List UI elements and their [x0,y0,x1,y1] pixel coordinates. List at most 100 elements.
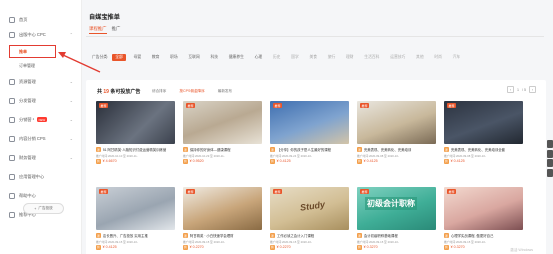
course-price-row: 佣 ¥ 0.9520 [183,159,262,164]
ad-placement-button[interactable]: + 广告投放 [23,203,64,214]
course-card[interactable]: 推荐 课完美表现、完美转化、完美培训 推广时间:2020-09-08 至 202… [357,101,436,173]
next-page-button[interactable]: › [529,86,536,93]
course-thumbnail: 推荐 [444,101,523,144]
section-prefix: 共 [97,89,103,95]
filter-chip[interactable]: 理财 [343,54,357,61]
sidebar-item-label: 内容分销 CPS [19,135,46,141]
course-meta: 推广时间:2020-10-29 至 2020-11- [183,153,225,158]
layers-icon [9,135,15,142]
new-badge: NEW [37,117,47,122]
course-title: 完美表现、完美转化、完美培训全套 [450,148,506,152]
course-meta: 推广时间:2020-10-10 至 2020-11- [96,153,138,158]
sidebar-item-resources[interactable]: 资源管理 ⌄ [0,75,81,88]
category-tag: 课 [96,233,101,238]
filter-chip[interactable]: 全部 [112,54,126,61]
course-card[interactable]: 推荐 课【分享】你的孩子是人生最好的课程 推广时间:2020-09-24 至 2… [270,101,349,173]
filter-chip[interactable]: 国学 [288,54,302,61]
sidebar-item-finance[interactable]: 财务管理 ⌄ [0,151,81,164]
recommend-tag: 推荐 [273,103,283,108]
course-card[interactable]: 推荐 课阿甘精英 · 小白快速学会理财 推广时间:2020-09-15 至 20… [183,187,262,254]
filter-chip[interactable]: 科技 [207,54,221,61]
tab-course-promo[interactable]: 课程推广 [89,26,107,34]
commission-tag: 佣 [96,245,101,250]
filter-label: 广告分类: [92,55,109,59]
filter-chip[interactable]: 汽车 [450,54,464,61]
share-icon[interactable] [547,149,553,158]
recommend-tag: 推荐 [99,189,109,194]
sort-default[interactable]: 综合排序 [152,89,166,94]
section-title: 共 19 条可投放广告 [97,88,140,95]
course-title-row: 课完美表现、完美转化、完美培训全套 [444,147,523,152]
course-title: 【分享】你的孩子是人生最好的课程 [276,148,332,152]
back-to-top-icon[interactable] [547,168,553,177]
commission-tag: 佣 [444,159,449,164]
course-thumbnail: 推荐 [96,101,175,144]
result-count: 19 [103,89,109,95]
sidebar-item-label: 应用管理中心 [19,173,45,179]
course-card[interactable]: 推荐 课保持你的好身体—健康课程 推广时间:2020-10-29 至 2020-… [183,101,262,173]
course-card[interactable]: 推荐 Study 课工作必读之会计入门课程 推广时间:2020-09-15 至 2… [270,187,349,254]
course-title: 保持你的好身体—健康课程 [189,148,231,152]
sidebar-item-help[interactable]: 帮助中心 [0,189,81,202]
course-card[interactable]: 推荐 初级会计职称 课会计初级职称基础课程 推广时间:2020-09-15 至 2… [357,187,436,254]
filter-chip[interactable]: 职场 [167,54,181,61]
course-title: 心理学实战课程, 做更好自己 [450,234,494,238]
course-card[interactable]: 推荐 课完美表现、完美转化、完美培训全套 推广时间:2020-09-08 至 2… [444,101,523,173]
course-title-row: 课完美表现、完美转化、完美培训 [357,147,436,152]
sidebar-item-label: 资源管理 [19,78,36,84]
recommend-tag: 推荐 [186,189,196,194]
sidebar-item-reseller[interactable]: 分销营 ² NEW ⌄ [0,113,81,126]
book-icon [9,31,15,38]
filter-chip[interactable]: 运营技巧 [387,54,408,61]
tab-bar: 课程推广 推广 [89,26,120,34]
recommend-tag: 推荐 [447,103,457,108]
course-card[interactable]: 推荐 课 51 阿甘精英·人脑知识付费运营精英训练营 推广时间:2020-10-1… [96,101,175,173]
course-title-row: 课会计初级职称基础课程 [357,233,436,238]
course-price: ¥ 0.9520 [189,159,204,164]
filter-chip[interactable]: 教育 [149,54,163,61]
sidebar-item-apps[interactable]: 应用管理中心 [0,170,81,183]
prev-page-button[interactable]: ‹ [507,86,514,93]
filter-chip[interactable]: 互联网 [185,54,202,61]
sort-cps-desc[interactable]: 按CPS佣金降序 [179,89,204,94]
category-tag: 课 [444,147,449,152]
course-title-row: 课 51 阿甘精英·人脑知识付费运营精英训练营 [96,147,175,152]
course-price-row: 佣 ¥ 0.3270 [357,245,436,250]
filter-chip[interactable]: 心理 [252,54,266,61]
filter-chip[interactable]: 美食 [306,54,320,61]
sidebar-item-distribution[interactable]: 分发管理 ⌄ [0,94,81,107]
course-price: ¥ 4.6670 [102,159,117,164]
filter-chip[interactable]: 生活百科 [361,54,382,61]
filter-chip[interactable]: 其他 [413,54,427,61]
category-tag: 课 [183,233,188,238]
sort-newest[interactable]: 最新发布 [218,89,232,94]
category-tag: 课 [96,147,101,152]
course-price: ¥ 0.4125 [363,159,378,164]
sidebar-subitem-orders[interactable]: 订单管理 [0,60,81,71]
sidebar-item-label: 分销营 ² [19,116,35,122]
course-graphic-title: 初级会计职称 [365,197,417,210]
course-card[interactable]: 推荐 课店长晋升、广告投放 实用主推 推广时间:2020-09-15 至 202… [96,187,175,254]
feedback-icon[interactable] [547,140,553,148]
course-title: 工作必读之会计入门课程 [276,234,315,238]
course-meta: 推广时间:2020-09-15 至 2020-10- [183,239,225,244]
filter-chip[interactable]: 母婴 [131,54,145,61]
chevron-down-icon: ⌄ [69,117,73,122]
filter-chip[interactable]: 时尚 [431,54,445,61]
course-card[interactable]: 推荐 课心理学实战课程, 做更好自己 推广时间:2020-09-15 至 202… [444,187,523,254]
apps-icon [9,173,15,180]
wallet-icon [9,154,15,161]
sidebar-item-home[interactable]: 首页 [0,13,81,26]
course-thumbnail: 推荐 [270,101,349,144]
qr-icon[interactable] [547,159,553,167]
filter-chip[interactable]: 健康养生 [226,54,247,61]
filter-chip[interactable]: 旅行 [325,54,339,61]
sidebar-item-label: 帮助中心 [19,192,36,198]
commission-tag: 佣 [183,245,188,250]
sidebar-item-label: 分发管理 [19,97,36,103]
tab-promo[interactable]: 推广 [112,26,121,34]
filter-chip[interactable]: 历史 [270,54,284,61]
sidebar-item-publish[interactable]: 出版中心 CPC ⌃ [0,28,81,41]
sidebar-item-cps[interactable]: 内容分销 CPS ⌄ [0,132,81,145]
category-tag: 课 [270,147,275,152]
